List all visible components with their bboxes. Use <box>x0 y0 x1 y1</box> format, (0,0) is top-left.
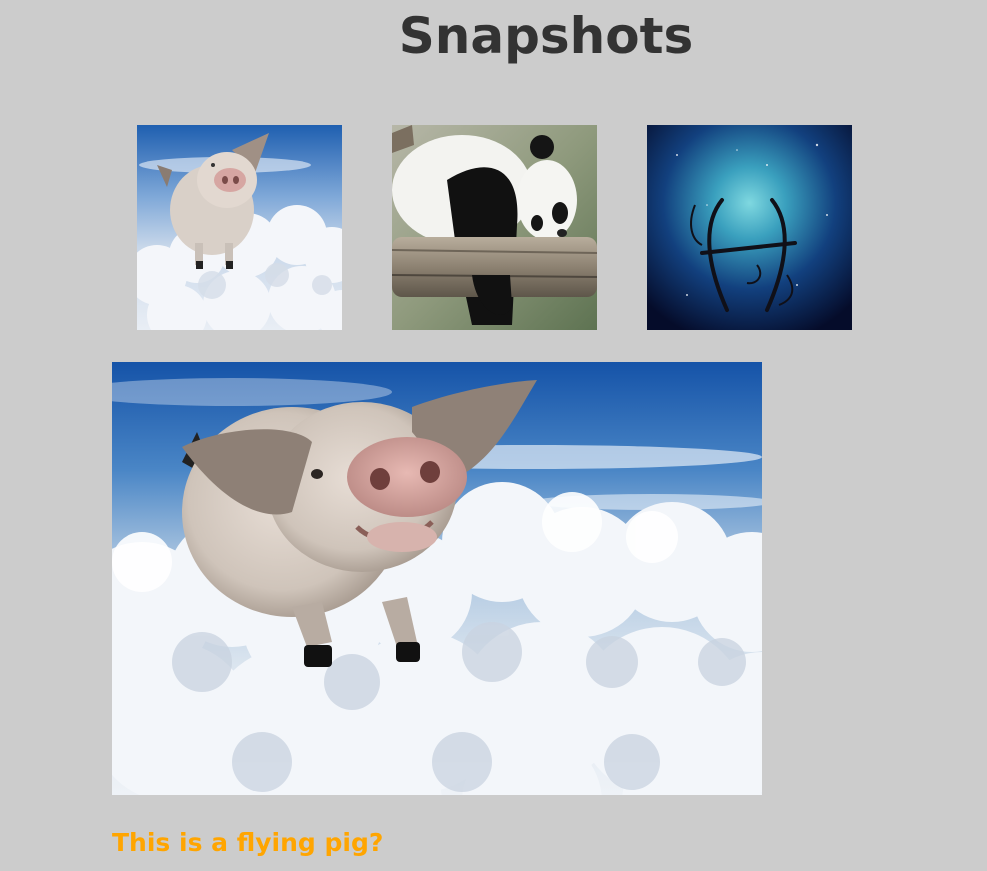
image-caption: This is a flying pig? <box>112 828 384 857</box>
pisces-symbol-thumbnail-image <box>647 125 852 330</box>
thumbnail-sleeping-panda[interactable] <box>392 125 597 330</box>
flying-pig-large-image <box>112 362 762 795</box>
thumbnail-pisces-symbol[interactable] <box>647 125 852 330</box>
sleeping-panda-thumbnail-image <box>392 125 597 330</box>
main-image-flying-pig <box>112 362 762 795</box>
thumbnail-flying-pig[interactable] <box>137 125 342 330</box>
page-title: Snapshots <box>398 7 694 65</box>
flying-pig-thumbnail-image <box>137 125 342 330</box>
